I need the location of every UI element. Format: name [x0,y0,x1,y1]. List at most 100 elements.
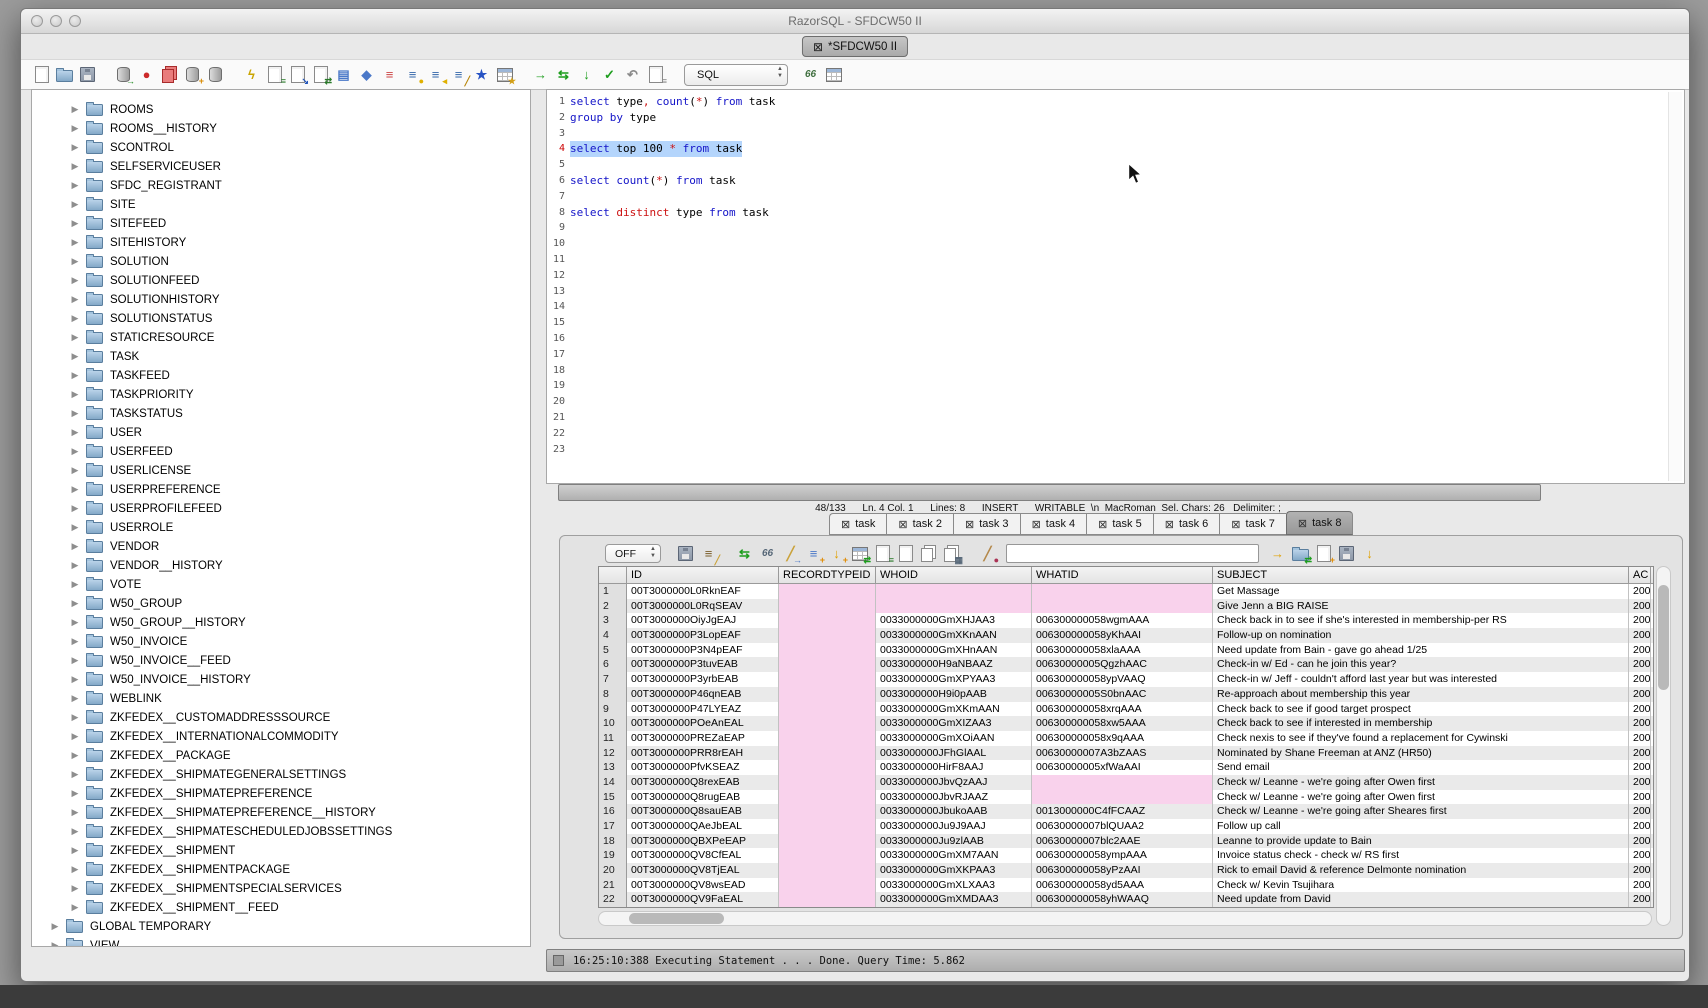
editor-scrollbar[interactable] [1668,92,1682,481]
tab-close-icon[interactable]: ⊠ [965,518,974,531]
table-cell[interactable]: 0033000000JFhGlAAL [876,746,1032,761]
table-row[interactable]: 1300T3000000PfvKSEAZ0033000000HirF8AAJ00… [599,760,1653,775]
disclosure-icon[interactable]: ▶ [70,465,80,476]
table-cell[interactable]: Check w/ Leanne - we're going after Shea… [1213,804,1629,819]
disclosure-icon[interactable]: ▶ [70,522,80,533]
tree-item[interactable]: ▶ZKFEDEX__SHIPMENT [32,841,530,860]
table-cell[interactable] [876,584,1032,599]
table-cell[interactable]: 0033000000GmXLXAA3 [876,878,1032,893]
disclosure-icon[interactable]: ▶ [70,674,80,685]
table-cell[interactable]: 200 [1629,657,1651,672]
result-tab[interactable]: ⊠task 3 [953,513,1020,535]
disclosure-icon[interactable]: ▶ [70,560,80,571]
help-book-icon[interactable]: ◆ [356,64,377,85]
disclosure-icon[interactable]: ▶ [70,617,80,628]
row-number-cell[interactable]: 7 [599,672,627,687]
table-cell[interactable] [1032,790,1213,805]
table-cell[interactable]: 0033000000H9i0pAAB [876,687,1032,702]
copy-rows-icon[interactable] [918,543,939,564]
results-grid[interactable]: IDRECORDTYPEIDWHOIDWHATIDSUBJECTAC100T30… [598,566,1654,908]
table-cell[interactable] [779,804,876,819]
table-cell[interactable]: 200 [1629,775,1651,790]
disclosure-icon[interactable]: ▶ [70,769,80,780]
disclosure-icon[interactable]: ▶ [70,275,80,286]
table-row[interactable]: 300T3000000OiyJgEAJ0033000000GmXHJAA3006… [599,613,1653,628]
paste-rows-icon[interactable]: ▦ [941,543,962,564]
table-cell[interactable]: 200 [1629,863,1651,878]
view-last-statement-icon[interactable]: 66 [800,64,821,85]
table-cell[interactable]: 200 [1629,760,1651,775]
tree-item[interactable]: ▶USERPROFILEFEED [32,499,530,518]
table-cell[interactable]: 00T3000000Q8rexEAB [627,775,779,790]
generate-sql-icon[interactable]: ϟ [241,64,262,85]
result-tab[interactable]: ⊠task 5 [1086,513,1153,535]
save-grid-icon[interactable] [1336,543,1357,564]
row-number-cell[interactable]: 1 [599,584,627,599]
column-info-icon[interactable]: ≡ [379,64,400,85]
disclosure-icon[interactable]: ▶ [70,408,80,419]
tab-close-icon[interactable]: ⊠ [1165,518,1174,531]
table-cell[interactable]: 200 [1629,819,1651,834]
table-cell[interactable]: 00630000005xfWaAAI [1032,760,1213,775]
favorites-icon[interactable]: ★ [471,64,492,85]
table-cell[interactable] [779,775,876,790]
table-cell[interactable]: 00630000007A3bZAAS [1032,746,1213,761]
create-table-icon[interactable]: + [182,64,203,85]
column-header[interactable]: WHOID [876,567,1032,583]
table-cell[interactable]: Rick to email David & reference Delmonte… [1213,863,1629,878]
disclosure-icon[interactable]: ▶ [70,636,80,647]
table-row[interactable]: 200T3000000L0RqSEAVGive Jenn a BIG RAISE… [599,599,1653,614]
tree-item[interactable]: ▶ZKFEDEX__SHIPMATESCHEDULEDJOBSSETTINGS [32,822,530,841]
table-cell[interactable]: 006300000058ypVAAQ [1032,672,1213,687]
row-number-cell[interactable]: 16 [599,804,627,819]
table-cell[interactable]: 006300000058wgmAAA [1032,613,1213,628]
table-row[interactable]: 1700T3000000QAeJbEAL0033000000Ju9J9AAJ00… [599,819,1653,834]
disclosure-icon[interactable]: ▶ [70,332,80,343]
disclosure-icon[interactable]: ▶ [70,161,80,172]
tree-item[interactable]: ▶ZKFEDEX__SHIPMATEPREFERENCE__HISTORY [32,803,530,822]
table-cell[interactable]: Re-approach about membership this year [1213,687,1629,702]
disclosure-icon[interactable]: ▶ [70,237,80,248]
execute-all-icon[interactable]: ↓ [576,64,597,85]
generate-script-icon[interactable]: + [1313,543,1334,564]
tree-item[interactable]: ▶GLOBAL TEMPORARY [32,917,530,936]
row-number-cell[interactable]: 20 [599,863,627,878]
table-cell[interactable]: Check-in w/ Jeff - couldn't afford last … [1213,672,1629,687]
table-cell[interactable]: 200 [1629,848,1651,863]
disclosure-icon[interactable]: ▶ [70,807,80,818]
table-cell[interactable] [779,599,876,614]
table-cell[interactable]: 006300000058xlaAAA [1032,643,1213,658]
table-cell[interactable]: 006300000058yhWAAQ [1032,892,1213,907]
table-lookup-icon[interactable]: ★ [494,64,515,85]
disclosure-icon[interactable]: ▶ [70,598,80,609]
disclosure-icon[interactable]: ▶ [70,294,80,305]
table-cell[interactable]: Check back to see if good target prospec… [1213,702,1629,717]
row-number-cell[interactable]: 17 [599,819,627,834]
table-cell[interactable] [1032,584,1213,599]
table-cell[interactable]: 200 [1629,584,1651,599]
tree-item[interactable]: ▶W50_INVOICE__HISTORY [32,670,530,689]
export-results-icon[interactable]: ⇄ [1290,543,1311,564]
table-cell[interactable] [779,613,876,628]
table-cell[interactable]: 0033000000GmXHnAAN [876,643,1032,658]
tree-item[interactable]: ▶USERPREFERENCE [32,480,530,499]
results-window-icon[interactable] [823,64,844,85]
drop-table-icon[interactable] [159,64,180,85]
tree-item[interactable]: ▶WEBLINK [32,689,530,708]
table-cell[interactable]: 0033000000GmXPYAA3 [876,672,1032,687]
table-cell[interactable]: Give Jenn a BIG RAISE [1213,599,1629,614]
schema-tree[interactable]: ▶ROOMS▶ROOMS__HISTORY▶SCONTROL▶SELFSERVI… [31,89,531,947]
tree-item[interactable]: ▶VENDOR [32,537,530,556]
disclosure-icon[interactable]: ▶ [70,902,80,913]
table-cell[interactable]: Get Massage [1213,584,1629,599]
table-cell[interactable]: 0033000000GmXKnAAN [876,628,1032,643]
tree-item[interactable]: ▶VENDOR__HISTORY [32,556,530,575]
table-cell[interactable]: 00T3000000QBXPeEAP [627,834,779,849]
table-row[interactable]: 600T3000000P3tuvEAB0033000000H9aNBAAZ006… [599,657,1653,672]
query-builder-icon[interactable]: ≡ [264,64,285,85]
tab-close-icon[interactable]: ⊠ [898,518,907,531]
table-row[interactable]: 2100T3000000QV8wsEAD0033000000GmXLXAA300… [599,878,1653,893]
limit-select[interactable]: OFF ▲▼ [605,544,661,563]
tab-close-icon[interactable]: ⊠ [813,41,823,53]
table-cell[interactable]: 0033000000GmXMDAA3 [876,892,1032,907]
